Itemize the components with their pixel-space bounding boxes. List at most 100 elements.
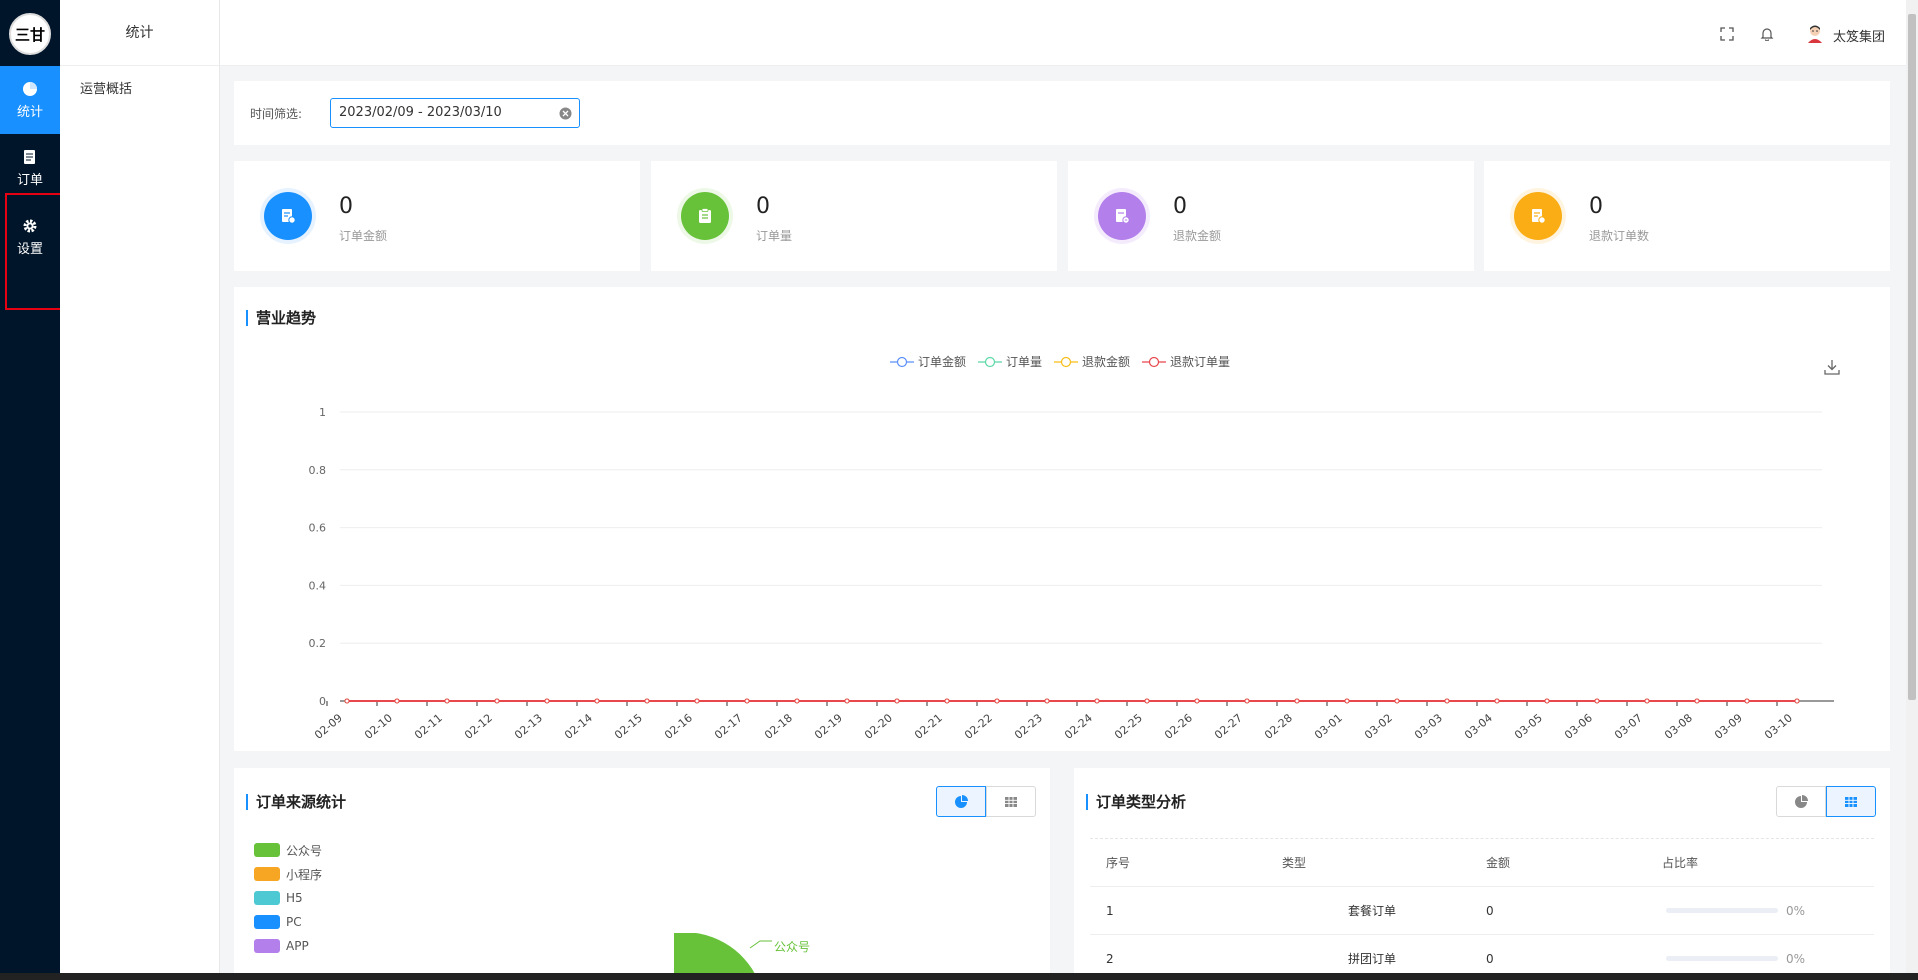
x-tick-label: 02-26 [1162,711,1195,742]
stat-icon-circle [1514,192,1562,240]
data-point [1594,698,1600,704]
stat-label: 订单金额 [339,229,388,243]
legend-item[interactable]: 公众号 [254,838,322,862]
legend-swatch [254,843,280,857]
row-index: 2 [1106,951,1114,966]
stat-icon-circle [264,192,312,240]
data-point [694,698,700,704]
fullscreen-icon[interactable] [1720,27,1734,41]
page-scrollbar[interactable] [1906,0,1918,980]
order-type-card: 订单类型分析 序号 类型 金额 占比率 1 套餐订单 0 0% 2 拼团订单 0 [1074,768,1890,980]
legend-swatch [254,939,280,953]
date-range-value: 2023/02/09 - 2023/03/10 [339,105,502,120]
legend-item[interactable]: 小程序 [254,862,322,886]
user-name[interactable]: 太笈集团 [1833,26,1885,45]
ratio-text: 0% [1786,903,1806,918]
row-type: 拼团订单 [1347,952,1396,966]
data-point [1694,698,1700,704]
legend-item[interactable]: APP [254,934,322,958]
pie-view-button[interactable] [936,786,986,817]
data-point [1044,698,1050,704]
refund-order-icon [1532,209,1546,224]
submenu-item-overview[interactable]: 运营概括 [80,78,132,97]
x-tick-label: 02-15 [612,711,645,742]
avatar[interactable] [1805,24,1825,44]
order-source-title: 订单来源统计 [246,794,346,810]
x-tick-label: 02-19 [812,711,845,742]
stat-icon-ring [1094,188,1150,244]
legend-marker [1142,356,1167,367]
legend-item[interactable]: 退款订单量 [1142,353,1230,370]
legend-item[interactable]: 退款金额 [1054,353,1130,370]
brand-logo: 三甘 [9,13,51,55]
data-point [394,698,400,704]
ratio-bar [1666,956,1778,961]
trend-chart-card: 0 0.2 0.4 0.6 0.8 1 02-09 02-10 02-11 02-12 02-13 0… [234,287,1890,751]
ratio-bar [1666,908,1778,913]
table-view-button[interactable] [986,786,1036,817]
stat-icon-ring [677,188,733,244]
x-tick-label: 03-07 [1612,711,1645,742]
stat-value: 0 [756,194,770,219]
legend-item[interactable]: PC [254,910,322,934]
x-tick-label: 02-28 [1262,711,1295,742]
legend-label: 订单量 [1006,355,1043,369]
rail-item-label: 统计 [16,104,43,120]
table-row: 1 套餐订单 0 0% [1090,887,1874,935]
view-toggle [1776,786,1876,817]
rail-item-orders[interactable]: 订单 [0,134,60,202]
stat-icon-ring [1510,188,1566,244]
table-view-button[interactable] [1826,786,1876,817]
data-point [444,698,450,704]
x-tick-label: 02-13 [512,711,545,742]
x-tick-label: 02-18 [762,711,795,742]
y-tick-label: 0 [319,695,326,708]
legend-item[interactable]: 订单量 [978,353,1042,370]
data-point [1144,698,1150,704]
x-tick-label: 02-17 [712,711,745,742]
date-range-input[interactable]: 2023/02/09 - 2023/03/10 [330,98,580,128]
data-point [1544,698,1550,704]
legend-item[interactable]: H5 [254,886,322,910]
rail-item-label: 订单 [16,172,43,188]
bell-icon[interactable] [1760,27,1774,41]
x-tick-label: 02-25 [1112,711,1145,742]
x-tick-label: 03-01 [1312,711,1345,742]
data-point [1444,698,1450,704]
legend-label: 退款订单量 [1170,355,1231,369]
stat-label: 退款金额 [1173,229,1222,243]
table-icon [1005,796,1017,807]
trend-title: 营业趋势 [246,310,316,326]
chart-icon [23,81,37,96]
x-tick-label: 03-05 [1512,711,1545,742]
y-tick-label: 0.8 [309,464,327,477]
x-tick-label: 02-11 [412,711,445,742]
data-point [894,698,900,704]
table-icon [1845,796,1857,807]
clear-icon[interactable] [559,107,572,120]
x-tick-label: 02-23 [1012,711,1045,742]
data-point [994,698,1000,704]
column-header: 序号 [1106,856,1131,870]
y-tick-label: 0.4 [309,579,327,592]
top-bar: 太笈集团 [220,0,1910,66]
ratio-text: 0% [1786,951,1806,966]
stat-card-order-count: 0 订单量 [651,161,1057,271]
stat-value: 0 [339,194,353,219]
scrollbar-thumb[interactable] [1908,14,1916,700]
x-tick-label: 02-22 [962,711,995,742]
legend-item[interactable]: 订单金额 [890,353,966,370]
pie-chart-icon [955,794,968,808]
row-type: 套餐订单 [1347,904,1396,918]
x-tick-label: 02-21 [912,711,945,742]
data-point [344,698,350,704]
order-icon [24,149,35,164]
x-tick-label: 03-08 [1662,711,1695,742]
download-icon[interactable] [1823,358,1841,376]
y-tick-label: 0.2 [309,637,327,650]
rail-item-statistics[interactable]: 统计 [0,66,60,134]
y-tick-label: 1 [319,406,326,419]
pie-view-button[interactable] [1776,786,1826,817]
legend-marker [1054,356,1079,367]
x-tick-label: 02-12 [462,711,495,742]
